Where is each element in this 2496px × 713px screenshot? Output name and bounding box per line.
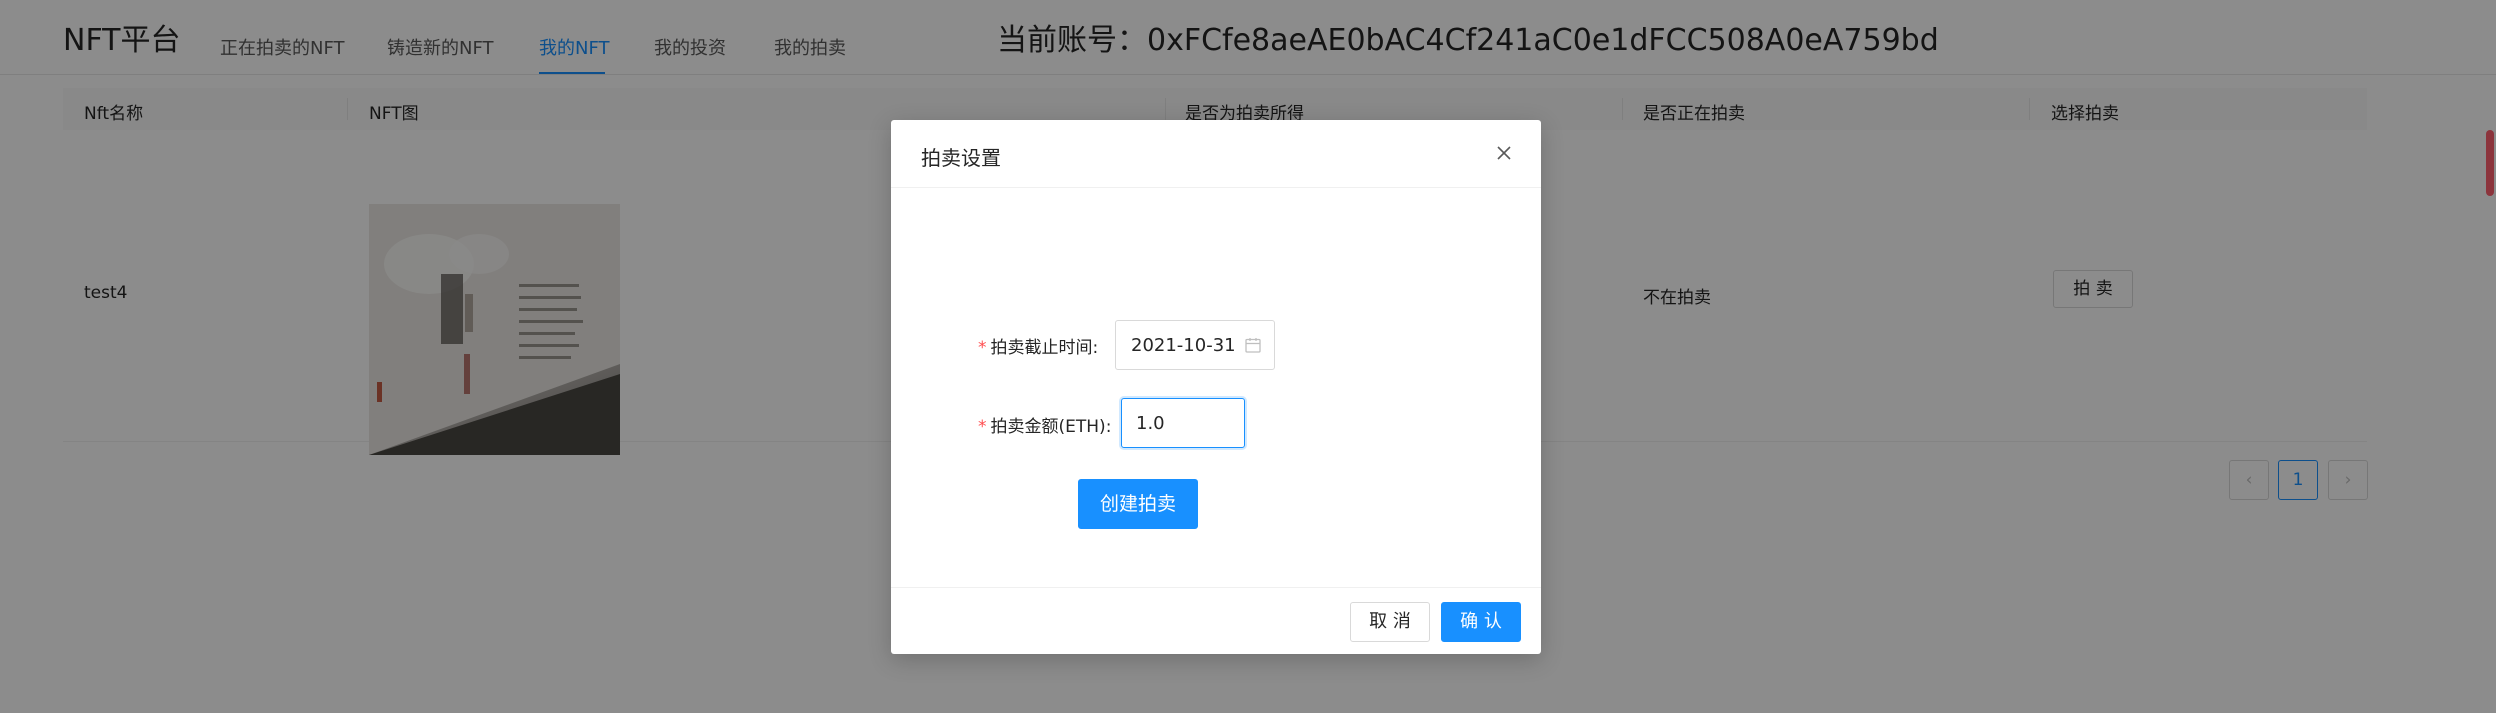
amount-input[interactable] — [1121, 398, 1245, 448]
confirm-button[interactable]: 确 认 — [1441, 602, 1521, 642]
cancel-button[interactable]: 取 消 — [1350, 602, 1430, 642]
modal-footer: 取 消 确 认 — [891, 587, 1541, 655]
deadline-date-picker[interactable]: 2021-10-31 — [1115, 320, 1275, 370]
deadline-label: * 拍卖截止时间: — [978, 338, 1099, 358]
auction-settings-modal: 拍卖设置 *拍卖截止时间: 2021-10-31 *拍卖金额(ETH): 创建拍… — [891, 120, 1541, 654]
create-auction-button[interactable]: 创建拍卖 — [1078, 479, 1198, 529]
deadline-value: 2021-10-31 — [1131, 335, 1236, 356]
modal-header: 拍卖设置 — [891, 120, 1541, 188]
modal-title: 拍卖设置 — [921, 146, 1001, 170]
amount-label: * 拍卖金额(ETH): — [978, 417, 1112, 437]
calendar-icon — [1244, 336, 1262, 354]
close-icon[interactable] — [1494, 143, 1514, 163]
